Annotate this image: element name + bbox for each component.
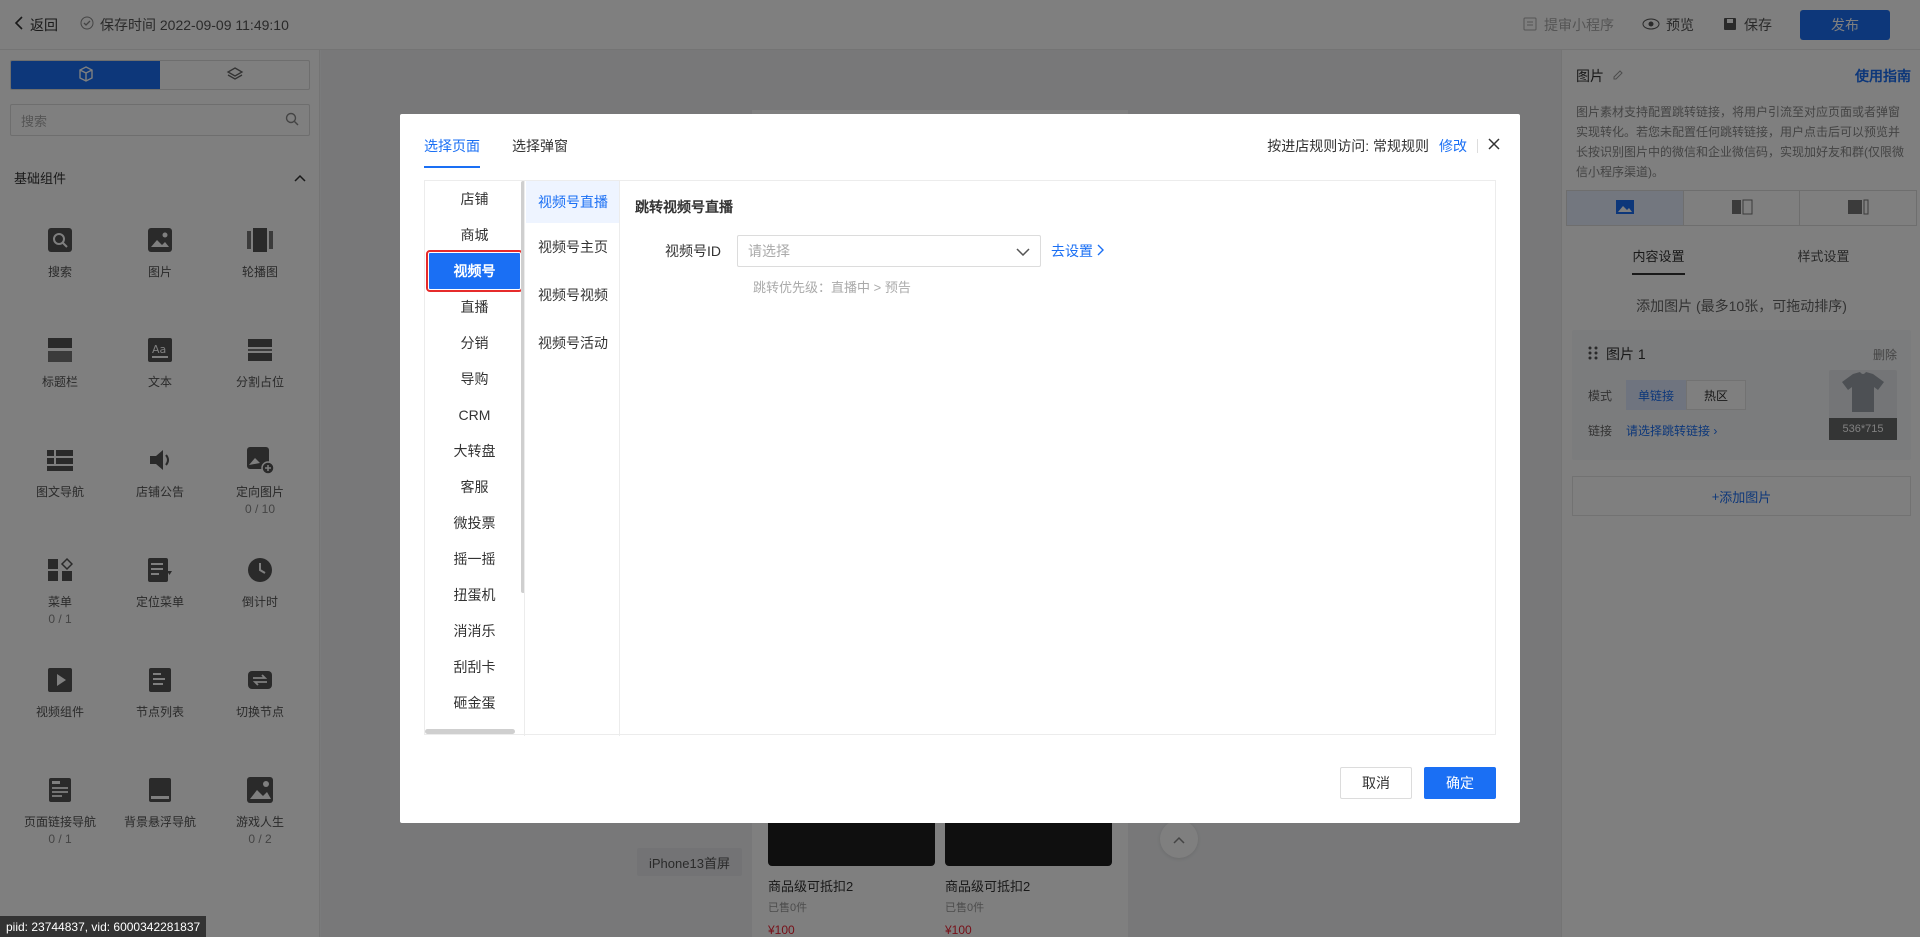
rule-text: 按进店规则访问: 常规规则	[1267, 138, 1429, 154]
chevron-right-icon	[1097, 243, 1104, 259]
edit-rule-link[interactable]: 修改	[1439, 136, 1467, 156]
channel-id-label: 视频号ID	[665, 243, 721, 259]
category-list: 店铺 商城 视频号 直播 分销 导购 CRM 大转盘 客服 微投票 摇一摇 扭蛋…	[425, 181, 525, 736]
category-guide[interactable]: 导购	[425, 361, 524, 397]
cancel-button[interactable]: 取消	[1340, 767, 1412, 799]
go-setup-link[interactable]: 去设置	[1051, 241, 1104, 261]
category-crm[interactable]: CRM	[425, 397, 524, 433]
select-placeholder: 请选择	[748, 243, 790, 259]
category-shake[interactable]: 摇一摇	[425, 541, 524, 577]
separator	[1477, 139, 1478, 153]
subcategory-list: 视频号直播 视频号主页 视频号视频 视频号活动	[526, 181, 620, 736]
category-scrollbar[interactable]	[521, 181, 524, 593]
category-shop[interactable]: 店铺	[425, 181, 524, 217]
category-mall[interactable]: 商城	[425, 217, 524, 253]
category-distribution[interactable]: 分销	[425, 325, 524, 361]
sub-channels-live[interactable]: 视频号直播	[526, 181, 619, 223]
chevron-down-icon	[1016, 243, 1030, 259]
sub-channels-activity[interactable]: 视频号活动	[526, 319, 619, 367]
category-gacha[interactable]: 扭蛋机	[425, 577, 524, 613]
link-config: 跳转视频号直播 视频号ID 请选择 去设置 跳转优先级：直播中 > 预告	[621, 181, 1497, 736]
priority-hint: 跳转优先级：直播中 > 预告	[753, 280, 911, 295]
tab-select-page[interactable]: 选择页面	[424, 136, 480, 168]
store-rule: 按进店规则访问: 常规规则 修改	[1267, 136, 1500, 156]
tab-select-popup[interactable]: 选择弹窗	[512, 136, 568, 168]
category-service[interactable]: 客服	[425, 469, 524, 505]
category-wheel[interactable]: 大转盘	[425, 433, 524, 469]
config-title: 跳转视频号直播	[635, 199, 733, 215]
go-setup-label: 去设置	[1051, 243, 1093, 259]
sub-channels-home[interactable]: 视频号主页	[526, 223, 619, 271]
category-hscrollbar[interactable]	[425, 729, 515, 734]
category-live[interactable]: 直播	[425, 289, 524, 325]
category-channels[interactable]: 视频号	[426, 250, 523, 292]
dialog-tabs: 选择页面 选择弹窗	[424, 136, 568, 168]
channel-id-select[interactable]: 请选择	[737, 235, 1041, 267]
link-select-dialog: 选择页面 选择弹窗 按进店规则访问: 常规规则 修改 店铺 商城 视频号 直播 …	[400, 114, 1520, 823]
category-vote[interactable]: 微投票	[425, 505, 524, 541]
dialog-body: 店铺 商城 视频号 直播 分销 导购 CRM 大转盘 客服 微投票 摇一摇 扭蛋…	[424, 180, 1497, 736]
category-match[interactable]: 消消乐	[425, 613, 524, 649]
category-scratch[interactable]: 刮刮卡	[425, 649, 524, 685]
sub-channels-video[interactable]: 视频号视频	[526, 271, 619, 319]
dialog-footer: 取消 确定	[1340, 767, 1496, 799]
category-egg[interactable]: 砸金蛋	[425, 685, 524, 721]
confirm-button[interactable]: 确定	[1424, 767, 1496, 799]
debug-info: piid: 23744837, vid: 6000342281837	[0, 916, 207, 937]
close-icon[interactable]	[1488, 137, 1500, 155]
